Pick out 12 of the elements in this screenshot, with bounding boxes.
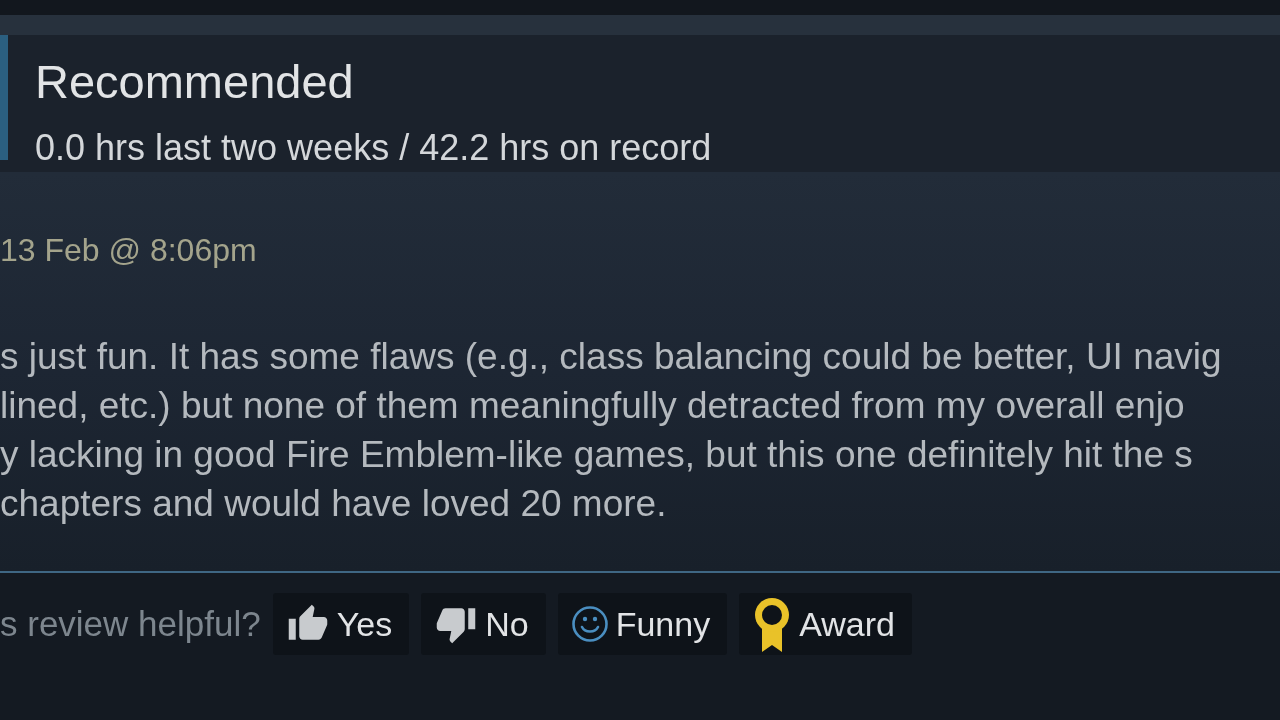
award-ribbon-icon	[753, 596, 792, 652]
award-button[interactable]: Award	[739, 593, 912, 655]
posted-date: 13 Feb @ 8:06pm	[0, 231, 257, 270]
tile-edge-icon	[0, 35, 8, 160]
yes-button[interactable]: Yes	[272, 593, 410, 655]
helpful-prompt: s review helpful?	[0, 604, 261, 644]
no-button[interactable]: No	[421, 593, 546, 655]
smiley-icon	[571, 606, 608, 642]
playtime-text: 0.0 hrs last two weeks / 42.2 hrs on record	[35, 126, 712, 170]
verdict-title: Recommended	[35, 55, 355, 109]
funny-button[interactable]: Funny	[557, 593, 728, 655]
review-text: s just fun. It has some flaws (e.g., class balancing could be better, UI navig lined, etc.) but none of them meaningfully detracted from my overall enjo y lacking in good Fire Emblem-like games, but this one definitely hit the s chapters and would have loved 20 more.	[0, 335, 1222, 526]
